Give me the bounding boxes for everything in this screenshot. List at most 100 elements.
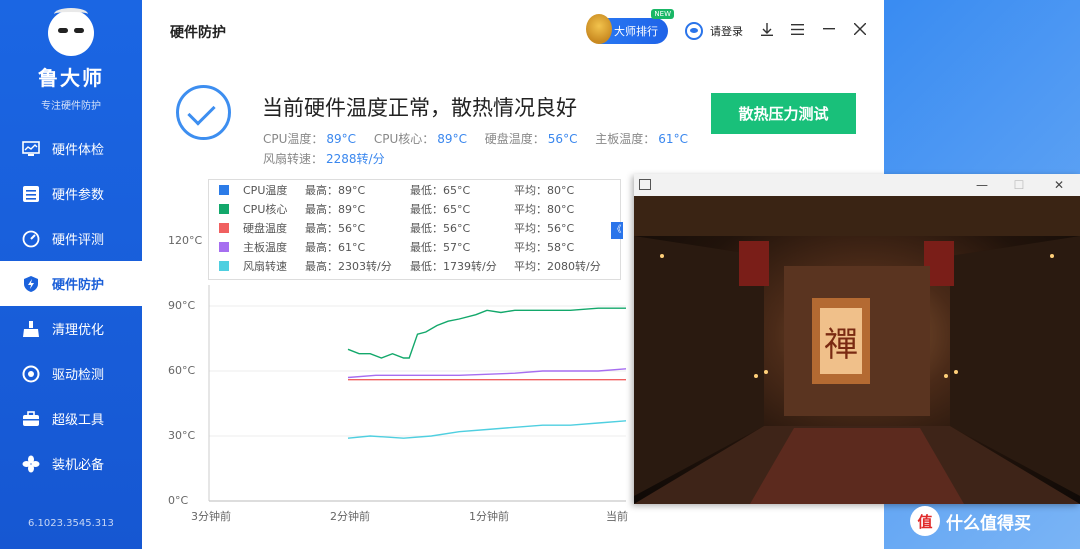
fan-icon <box>22 455 40 473</box>
sidebar-item-label: 硬件防护 <box>52 278 105 293</box>
sidebar-item-hardware-benchmark[interactable]: 硬件评测 <box>0 216 142 261</box>
legend-max: 最高：89°C <box>305 183 366 197</box>
sidebar-item-label: 硬件参数 <box>52 188 105 203</box>
legend-min: 最低：56°C <box>410 221 471 235</box>
sidebar-nav: 硬件体检 硬件参数 硬件评测 硬件防护 清理优化 驱动检测 超级工具 装机必备 <box>0 126 142 486</box>
legend-avg: 平均：56°C <box>514 221 575 235</box>
sidebar-item-label: 硬件评测 <box>52 233 105 248</box>
rank-label: 大师排行 <box>614 25 658 38</box>
brand-subtitle: 专注硬件防护 <box>41 101 101 112</box>
series-line-风扇转速 <box>347 420 627 439</box>
legend-min: 最低：65°C <box>410 202 471 216</box>
broom-icon <box>22 320 40 338</box>
brand-logo-icon: 值 <box>910 506 940 536</box>
legend-row: CPU核心 最高：89°C 最低：65°C 平均：80°C <box>209 199 620 218</box>
sidebar-item-cleanup[interactable]: 清理优化 <box>0 306 142 351</box>
legend-max: 最高：89°C <box>305 202 366 216</box>
legend-row: 风扇转速 最高：2303转/分 最低：1739转/分 平均：2080转/分 <box>209 256 620 275</box>
sidebar-item-hardware-params[interactable]: 硬件参数 <box>0 171 142 216</box>
window-app-icon <box>639 179 651 190</box>
legend-swatch <box>219 241 229 252</box>
rank-button[interactable]: 大师排行 NEW <box>586 9 674 44</box>
legend-swatch <box>219 203 229 214</box>
sidebar-item-hardware-protection[interactable]: 硬件防护 <box>0 261 142 306</box>
legend-avg: 平均：2080转/分 <box>514 259 601 273</box>
sidebar-item-essentials[interactable]: 装机必备 <box>0 441 142 486</box>
metric-value: 89°C <box>437 132 467 146</box>
toolbox-icon <box>22 410 40 428</box>
legend-min: 最低：65°C <box>410 183 471 197</box>
check-circle-icon <box>176 85 231 140</box>
legend-swatch <box>219 222 229 233</box>
user-icon <box>685 22 703 40</box>
y-tick-label: 30°C <box>168 429 196 442</box>
legend-min: 最低：1739转/分 <box>410 259 497 273</box>
video-maximize-button[interactable]: ☐ <box>1008 176 1030 194</box>
sidebar-item-hardware-check[interactable]: 硬件体检 <box>0 126 142 171</box>
legend-series-name: CPU温度 <box>243 183 288 197</box>
login-label: 请登录 <box>710 25 743 38</box>
legend-row: 硬盘温度 最高：56°C 最低：56°C 平均：56°C <box>209 218 620 237</box>
video-window-titlebar: — ☐ ✕ <box>634 174 1080 196</box>
mascot-logo-icon <box>48 8 94 56</box>
series-line-CPU核心 <box>347 307 626 359</box>
y-tick-label: 120°C <box>168 234 203 247</box>
fan-summary: 风扇转速： 2288转/分 <box>263 150 399 167</box>
video-minimize-button[interactable]: — <box>971 176 993 194</box>
top-bar: 硬件防护 大师排行 NEW 请登录 <box>142 0 884 62</box>
x-tick-label: 3分钟前 <box>191 510 231 523</box>
sidebar-item-label: 清理优化 <box>52 323 105 338</box>
legend-avg: 平均：80°C <box>514 202 575 216</box>
video-window: — ☐ ✕ 禪 <box>634 174 1080 504</box>
x-tick-label: 1分钟前 <box>469 510 509 523</box>
sidebar-item-driver-check[interactable]: 驱动检测 <box>0 351 142 396</box>
x-tick-label: 2分钟前 <box>330 510 370 523</box>
y-tick-label: 0°C <box>168 494 189 507</box>
legend-avg: 平均：58°C <box>514 240 575 254</box>
legend-max: 最高：56°C <box>305 221 366 235</box>
video-close-button[interactable]: ✕ <box>1048 176 1070 194</box>
close-icon[interactable] <box>851 20 869 38</box>
legend-swatch <box>219 260 229 271</box>
sidebar-item-super-tools[interactable]: 超级工具 <box>0 396 142 441</box>
legend-swatch <box>219 184 229 195</box>
watermark-brand: 值 什么值得买 <box>910 506 1031 536</box>
scene-calligraphy: 禪 <box>824 325 858 365</box>
legend-max: 最高：61°C <box>305 240 366 254</box>
legend-collapse-button[interactable]: 《 <box>611 222 623 239</box>
chart-legend: CPU温度 最高：89°C 最低：65°C 平均：80°C CPU核心 最高：89°C 最低… <box>208 179 621 280</box>
sidebar: 鲁大师 专注硬件防护 硬件体检 硬件参数 硬件评测 硬件防护 清理优化 驱动检测… <box>0 0 142 549</box>
legend-row: CPU温度 最高：89°C 最低：65°C 平均：80°C <box>209 180 620 199</box>
minimize-icon[interactable] <box>820 20 838 38</box>
version-label: 6.1023.3545.313 <box>28 518 114 529</box>
page-title: 硬件防护 <box>170 25 226 41</box>
menu-icon[interactable] <box>788 20 806 38</box>
sliders-icon <box>22 185 40 203</box>
legend-min: 最低：57°C <box>410 240 471 254</box>
stress-test-button[interactable]: 散热压力测试 <box>711 93 856 134</box>
brand-name: 鲁大师 <box>38 66 104 90</box>
metric-label: 硬盘温度： <box>484 132 545 146</box>
new-badge: NEW <box>651 9 674 19</box>
metric-value: 61°C <box>658 132 688 146</box>
legend-series-name: 硬盘温度 <box>243 221 287 235</box>
metric-label: 主板温度： <box>595 132 656 146</box>
rank-avatar-icon <box>586 14 612 44</box>
download-icon[interactable] <box>758 20 776 38</box>
legend-avg: 平均：80°C <box>514 183 575 197</box>
shield-bolt-icon <box>22 275 40 293</box>
logo: 鲁大师 专注硬件防护 <box>0 8 142 112</box>
fan-value: 2288转/分 <box>326 152 385 166</box>
login-button[interactable]: 请登录 <box>685 22 743 40</box>
sidebar-item-label: 硬件体检 <box>52 143 105 158</box>
legend-series-name: 风扇转速 <box>243 259 287 273</box>
metric-value: 89°C <box>326 132 357 146</box>
gauge-icon <box>22 230 40 248</box>
brand-text: 什么值得买 <box>946 513 1031 534</box>
legend-series-name: CPU核心 <box>243 202 288 216</box>
y-tick-label: 60°C <box>168 364 196 377</box>
metric-label: CPU温度： <box>263 132 324 146</box>
monitor-chart-icon <box>22 140 40 158</box>
status-title: 当前硬件温度正常，散热情况良好 <box>262 96 577 120</box>
driver-icon <box>22 365 40 383</box>
